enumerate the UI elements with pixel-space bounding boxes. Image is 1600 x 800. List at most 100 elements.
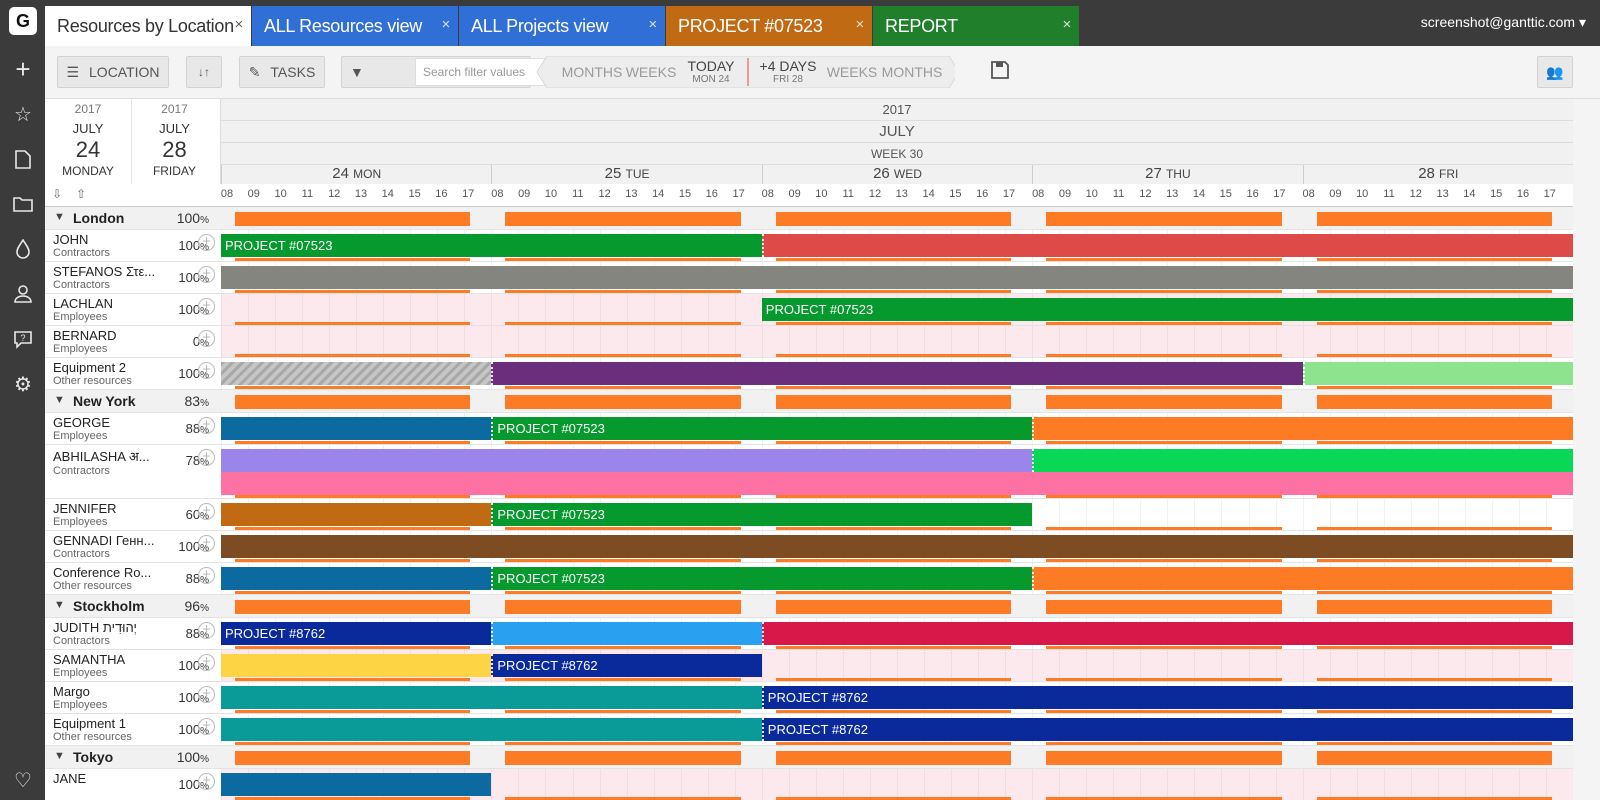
add-task-icon[interactable]: +	[198, 234, 215, 251]
add-task-icon[interactable]: +	[198, 654, 215, 671]
location-group-row[interactable]: ▼ New York 83%	[45, 390, 1573, 413]
months-back-button[interactable]: MONTHS	[557, 56, 627, 88]
task-bar[interactable]: PROJECT #07523	[491, 567, 1033, 590]
task-bar[interactable]	[1032, 449, 1573, 472]
task-bar[interactable]: PROJECT #07523	[221, 234, 762, 257]
add-task-icon[interactable]: +	[198, 417, 215, 434]
task-bar[interactable]	[1032, 567, 1573, 590]
add-task-icon[interactable]: +	[198, 266, 215, 283]
add-task-icon[interactable]: +	[198, 330, 215, 347]
end-date[interactable]: 2017 JULY 28 FRIDAY	[131, 99, 217, 184]
task-bar[interactable]	[221, 686, 762, 709]
resource-lane[interactable]	[221, 326, 1573, 357]
resource-name[interactable]: JUDITH יְהוּדִית	[53, 620, 163, 635]
tasks-button[interactable]: ✎ TASKS	[239, 56, 325, 88]
resource-lane[interactable]: PROJECT #07523	[221, 413, 1573, 444]
task-bar[interactable]: PROJECT #8762	[761, 718, 1573, 741]
resource-lane[interactable]	[221, 445, 1573, 498]
resource-row[interactable]: JENNIFER Employees 60% + PROJECT #07523	[45, 499, 1573, 531]
resource-row[interactable]: JOHN Contractors 100% + PROJECT #07523	[45, 230, 1573, 262]
tab-3[interactable]: ALL Projects view ×	[459, 6, 665, 46]
plus-icon[interactable]: +	[8, 54, 38, 84]
resource-row[interactable]: BERNARD Employees 0% +	[45, 326, 1573, 358]
task-bar[interactable]	[221, 535, 1573, 558]
user-icon[interactable]	[8, 279, 38, 309]
tab-2[interactable]: ALL Resources view ×	[252, 6, 458, 46]
task-bar[interactable]: PROJECT #8762	[491, 654, 762, 677]
resource-name[interactable]: GEORGE	[53, 415, 163, 430]
resource-name[interactable]: LACHLAN	[53, 296, 163, 311]
weeks-back-button[interactable]: WEEKS	[626, 56, 677, 88]
task-bar[interactable]	[221, 266, 1573, 289]
plus-days-button[interactable]: +4 DAYS FRI 28	[753, 56, 823, 88]
resource-name[interactable]: JOHN	[53, 232, 163, 247]
resource-row[interactable]: Conference Ro... Other resources 88% + PROJE…	[45, 563, 1573, 595]
task-bar[interactable]	[221, 472, 1573, 495]
close-tab-icon[interactable]: ×	[1063, 16, 1072, 33]
resource-lane[interactable]	[221, 531, 1573, 562]
today-button[interactable]: TODAY MON 24	[680, 56, 742, 88]
add-task-icon[interactable]: +	[198, 622, 215, 639]
resource-lane[interactable]: PROJECT #07523	[221, 294, 1573, 325]
ganttic-logo[interactable]: G	[9, 7, 37, 35]
resource-name[interactable]: JENNIFER	[53, 501, 163, 516]
resource-row[interactable]: LACHLAN Employees 100% + PROJECT #07523	[45, 294, 1573, 326]
collapse-chevron-icon[interactable]: ▼	[54, 599, 65, 611]
document-icon[interactable]	[8, 144, 38, 174]
collapse-chevron-icon[interactable]: ▼	[54, 750, 65, 762]
task-bar[interactable]: PROJECT #07523	[761, 298, 1573, 321]
task-bar[interactable]	[491, 622, 762, 645]
resource-name[interactable]: STEFANOS Στε...	[53, 264, 163, 279]
resource-name[interactable]: Equipment 1	[53, 716, 163, 731]
add-task-icon[interactable]: +	[198, 362, 215, 379]
resource-row[interactable]: Equipment 1 Other resources 100% + PROJECT #…	[45, 714, 1573, 746]
resource-lane[interactable]	[221, 358, 1573, 389]
close-tab-icon[interactable]: ×	[649, 16, 658, 33]
task-bar[interactable]	[221, 449, 1033, 472]
resource-lane[interactable]: PROJECT #8762	[221, 618, 1573, 649]
task-bar[interactable]	[761, 622, 1573, 645]
task-bar[interactable]	[1302, 362, 1573, 385]
resource-lane[interactable]: PROJECT #07523	[221, 563, 1573, 594]
close-tab-icon[interactable]: ×	[442, 16, 451, 33]
add-task-icon[interactable]: +	[198, 718, 215, 735]
drop-icon[interactable]	[8, 234, 38, 264]
add-task-icon[interactable]: +	[198, 773, 215, 790]
resource-lane[interactable]: PROJECT #07523	[221, 499, 1573, 530]
add-task-icon[interactable]: +	[198, 298, 215, 315]
add-task-icon[interactable]: +	[198, 535, 215, 552]
resource-name[interactable]: Margo	[53, 684, 163, 699]
add-task-icon[interactable]: +	[198, 449, 215, 466]
add-task-icon[interactable]: +	[198, 503, 215, 520]
tab-4[interactable]: PROJECT #07523 ×	[666, 6, 872, 46]
group-by-location-button[interactable]: ☰ LOCATION	[57, 56, 169, 88]
task-bar[interactable]	[1032, 417, 1573, 440]
resource-row[interactable]: Equipment 2 Other resources 100% +	[45, 358, 1573, 390]
close-tab-icon[interactable]: ×	[235, 16, 244, 33]
task-bar[interactable]	[221, 362, 492, 385]
collapse-chevron-icon[interactable]: ▼	[54, 394, 65, 406]
resource-lane[interactable]	[221, 262, 1573, 293]
close-tab-icon[interactable]: ×	[856, 16, 865, 33]
help-icon[interactable]: ?	[8, 324, 38, 354]
location-group-row[interactable]: ▼ Tokyo 100%	[45, 746, 1573, 769]
save-view-icon[interactable]	[990, 60, 1010, 85]
resource-name[interactable]: JANE	[53, 771, 163, 786]
resource-row[interactable]: SAMANTHA Employees 100% + PROJECT #8762	[45, 650, 1573, 682]
collapse-all-icon[interactable]: ⇧	[76, 187, 86, 201]
filter-icon[interactable]: ▼	[350, 64, 364, 80]
resource-name[interactable]: BERNARD	[53, 328, 163, 343]
tab-5[interactable]: REPORT ×	[873, 6, 1079, 46]
task-bar[interactable]	[221, 417, 492, 440]
task-bar[interactable]: PROJECT #8762	[221, 622, 492, 645]
resource-row[interactable]: JUDITH יְהוּדִית Contractors 88% + PROJECT #…	[45, 618, 1573, 650]
resource-row[interactable]: ABHILASHA अ... Contractors 78% +	[45, 445, 1573, 499]
location-group-row[interactable]: ▼ Stockholm 96%	[45, 595, 1573, 618]
resource-row[interactable]: GENNADI Генн... Contractors 100% +	[45, 531, 1573, 563]
heart-icon[interactable]: ♡	[8, 765, 38, 795]
weeks-forward-button[interactable]: WEEKS	[825, 56, 879, 88]
resource-row[interactable]: JANE 100% +	[45, 769, 1573, 800]
task-bar[interactable]	[761, 234, 1573, 257]
tab-1[interactable]: Resources by Location ×	[45, 6, 251, 46]
add-task-icon[interactable]: +	[198, 567, 215, 584]
